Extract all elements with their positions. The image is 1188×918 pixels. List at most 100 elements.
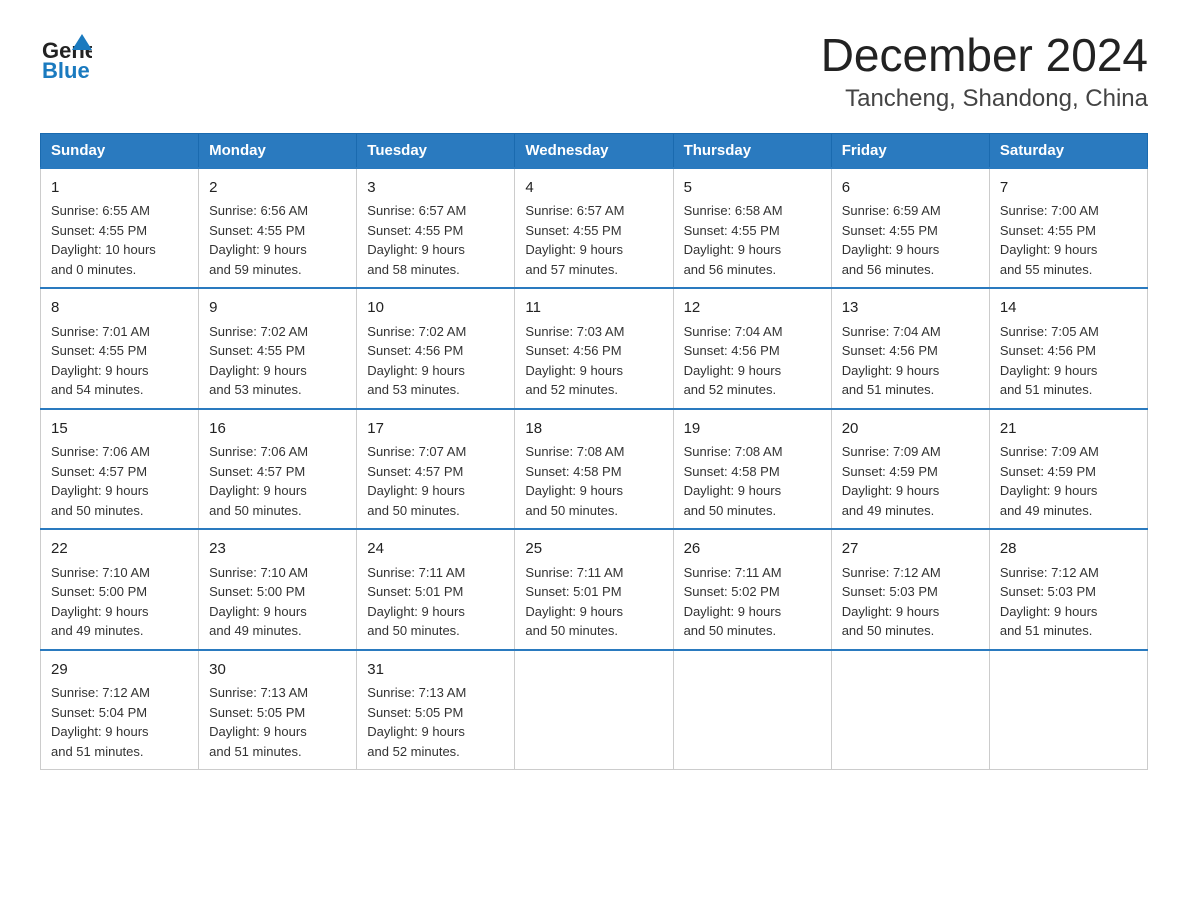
day-number: 18: [525, 418, 662, 441]
column-header-monday: Monday: [199, 133, 357, 168]
day-info: Sunrise: 7:10 AMSunset: 5:00 PMDaylight:…: [209, 563, 346, 641]
calendar-title: December 2024: [821, 30, 1148, 81]
day-info: Sunrise: 7:03 AMSunset: 4:56 PMDaylight:…: [525, 322, 662, 400]
calendar-week-2: 8Sunrise: 7:01 AMSunset: 4:55 PMDaylight…: [41, 288, 1148, 409]
calendar-cell: 26Sunrise: 7:11 AMSunset: 5:02 PMDayligh…: [673, 529, 831, 650]
column-header-sunday: Sunday: [41, 133, 199, 168]
day-info: Sunrise: 7:02 AMSunset: 4:55 PMDaylight:…: [209, 322, 346, 400]
calendar-cell: 28Sunrise: 7:12 AMSunset: 5:03 PMDayligh…: [989, 529, 1147, 650]
day-number: 2: [209, 177, 346, 200]
calendar-cell: 7Sunrise: 7:00 AMSunset: 4:55 PMDaylight…: [989, 168, 1147, 289]
calendar-cell: 27Sunrise: 7:12 AMSunset: 5:03 PMDayligh…: [831, 529, 989, 650]
calendar-cell: 6Sunrise: 6:59 AMSunset: 4:55 PMDaylight…: [831, 168, 989, 289]
day-number: 23: [209, 538, 346, 561]
day-info: Sunrise: 7:02 AMSunset: 4:56 PMDaylight:…: [367, 322, 504, 400]
day-info: Sunrise: 6:57 AMSunset: 4:55 PMDaylight:…: [367, 201, 504, 279]
calendar-header-row: SundayMondayTuesdayWednesdayThursdayFrid…: [41, 133, 1148, 168]
calendar-cell: 12Sunrise: 7:04 AMSunset: 4:56 PMDayligh…: [673, 288, 831, 409]
calendar-table: SundayMondayTuesdayWednesdayThursdayFrid…: [40, 133, 1148, 771]
calendar-cell: 5Sunrise: 6:58 AMSunset: 4:55 PMDaylight…: [673, 168, 831, 289]
calendar-cell: 2Sunrise: 6:56 AMSunset: 4:55 PMDaylight…: [199, 168, 357, 289]
day-info: Sunrise: 7:05 AMSunset: 4:56 PMDaylight:…: [1000, 322, 1137, 400]
day-number: 7: [1000, 177, 1137, 200]
logo-icon: General Blue: [40, 30, 92, 82]
day-number: 11: [525, 297, 662, 320]
day-number: 12: [684, 297, 821, 320]
calendar-cell: 25Sunrise: 7:11 AMSunset: 5:01 PMDayligh…: [515, 529, 673, 650]
day-info: Sunrise: 7:11 AMSunset: 5:01 PMDaylight:…: [367, 563, 504, 641]
calendar-week-4: 22Sunrise: 7:10 AMSunset: 5:00 PMDayligh…: [41, 529, 1148, 650]
day-number: 29: [51, 659, 188, 682]
day-info: Sunrise: 7:08 AMSunset: 4:58 PMDaylight:…: [684, 442, 821, 520]
column-header-tuesday: Tuesday: [357, 133, 515, 168]
calendar-cell: [673, 650, 831, 770]
day-number: 25: [525, 538, 662, 561]
day-info: Sunrise: 7:00 AMSunset: 4:55 PMDaylight:…: [1000, 201, 1137, 279]
calendar-cell: 24Sunrise: 7:11 AMSunset: 5:01 PMDayligh…: [357, 529, 515, 650]
calendar-cell: 20Sunrise: 7:09 AMSunset: 4:59 PMDayligh…: [831, 409, 989, 530]
day-number: 8: [51, 297, 188, 320]
calendar-cell: 17Sunrise: 7:07 AMSunset: 4:57 PMDayligh…: [357, 409, 515, 530]
day-info: Sunrise: 7:12 AMSunset: 5:03 PMDaylight:…: [842, 563, 979, 641]
svg-text:Blue: Blue: [42, 58, 90, 82]
column-header-friday: Friday: [831, 133, 989, 168]
calendar-cell: 11Sunrise: 7:03 AMSunset: 4:56 PMDayligh…: [515, 288, 673, 409]
calendar-subtitle: Tancheng, Shandong, China: [821, 85, 1148, 113]
day-info: Sunrise: 7:08 AMSunset: 4:58 PMDaylight:…: [525, 442, 662, 520]
calendar-cell: 14Sunrise: 7:05 AMSunset: 4:56 PMDayligh…: [989, 288, 1147, 409]
calendar-cell: [831, 650, 989, 770]
day-number: 6: [842, 177, 979, 200]
day-number: 17: [367, 418, 504, 441]
calendar-cell: 30Sunrise: 7:13 AMSunset: 5:05 PMDayligh…: [199, 650, 357, 770]
calendar-cell: [515, 650, 673, 770]
calendar-week-1: 1Sunrise: 6:55 AMSunset: 4:55 PMDaylight…: [41, 168, 1148, 289]
calendar-cell: 15Sunrise: 7:06 AMSunset: 4:57 PMDayligh…: [41, 409, 199, 530]
day-info: Sunrise: 7:12 AMSunset: 5:03 PMDaylight:…: [1000, 563, 1137, 641]
calendar-cell: 9Sunrise: 7:02 AMSunset: 4:55 PMDaylight…: [199, 288, 357, 409]
day-info: Sunrise: 6:58 AMSunset: 4:55 PMDaylight:…: [684, 201, 821, 279]
calendar-cell: 3Sunrise: 6:57 AMSunset: 4:55 PMDaylight…: [357, 168, 515, 289]
logo: General Blue: [40, 30, 92, 82]
calendar-cell: 23Sunrise: 7:10 AMSunset: 5:00 PMDayligh…: [199, 529, 357, 650]
calendar-cell: 19Sunrise: 7:08 AMSunset: 4:58 PMDayligh…: [673, 409, 831, 530]
column-header-wednesday: Wednesday: [515, 133, 673, 168]
day-number: 3: [367, 177, 504, 200]
day-info: Sunrise: 7:04 AMSunset: 4:56 PMDaylight:…: [842, 322, 979, 400]
day-number: 20: [842, 418, 979, 441]
day-number: 21: [1000, 418, 1137, 441]
calendar-cell: 1Sunrise: 6:55 AMSunset: 4:55 PMDaylight…: [41, 168, 199, 289]
day-info: Sunrise: 7:10 AMSunset: 5:00 PMDaylight:…: [51, 563, 188, 641]
day-number: 9: [209, 297, 346, 320]
day-info: Sunrise: 7:06 AMSunset: 4:57 PMDaylight:…: [51, 442, 188, 520]
calendar-cell: [989, 650, 1147, 770]
calendar-week-5: 29Sunrise: 7:12 AMSunset: 5:04 PMDayligh…: [41, 650, 1148, 770]
calendar-cell: 29Sunrise: 7:12 AMSunset: 5:04 PMDayligh…: [41, 650, 199, 770]
day-info: Sunrise: 6:56 AMSunset: 4:55 PMDaylight:…: [209, 201, 346, 279]
day-number: 15: [51, 418, 188, 441]
day-number: 4: [525, 177, 662, 200]
day-number: 28: [1000, 538, 1137, 561]
day-number: 14: [1000, 297, 1137, 320]
calendar-cell: 4Sunrise: 6:57 AMSunset: 4:55 PMDaylight…: [515, 168, 673, 289]
day-number: 30: [209, 659, 346, 682]
day-info: Sunrise: 7:09 AMSunset: 4:59 PMDaylight:…: [842, 442, 979, 520]
calendar-cell: 10Sunrise: 7:02 AMSunset: 4:56 PMDayligh…: [357, 288, 515, 409]
column-header-thursday: Thursday: [673, 133, 831, 168]
day-number: 26: [684, 538, 821, 561]
day-number: 10: [367, 297, 504, 320]
day-info: Sunrise: 6:57 AMSunset: 4:55 PMDaylight:…: [525, 201, 662, 279]
day-number: 24: [367, 538, 504, 561]
calendar-cell: 13Sunrise: 7:04 AMSunset: 4:56 PMDayligh…: [831, 288, 989, 409]
calendar-cell: 16Sunrise: 7:06 AMSunset: 4:57 PMDayligh…: [199, 409, 357, 530]
day-number: 1: [51, 177, 188, 200]
day-number: 22: [51, 538, 188, 561]
column-header-saturday: Saturday: [989, 133, 1147, 168]
page-header: General Blue December 2024 Tancheng, Sha…: [40, 30, 1148, 113]
calendar-cell: 18Sunrise: 7:08 AMSunset: 4:58 PMDayligh…: [515, 409, 673, 530]
day-info: Sunrise: 7:13 AMSunset: 5:05 PMDaylight:…: [367, 683, 504, 761]
day-info: Sunrise: 7:07 AMSunset: 4:57 PMDaylight:…: [367, 442, 504, 520]
calendar-cell: 8Sunrise: 7:01 AMSunset: 4:55 PMDaylight…: [41, 288, 199, 409]
day-number: 19: [684, 418, 821, 441]
day-info: Sunrise: 7:06 AMSunset: 4:57 PMDaylight:…: [209, 442, 346, 520]
day-info: Sunrise: 7:09 AMSunset: 4:59 PMDaylight:…: [1000, 442, 1137, 520]
